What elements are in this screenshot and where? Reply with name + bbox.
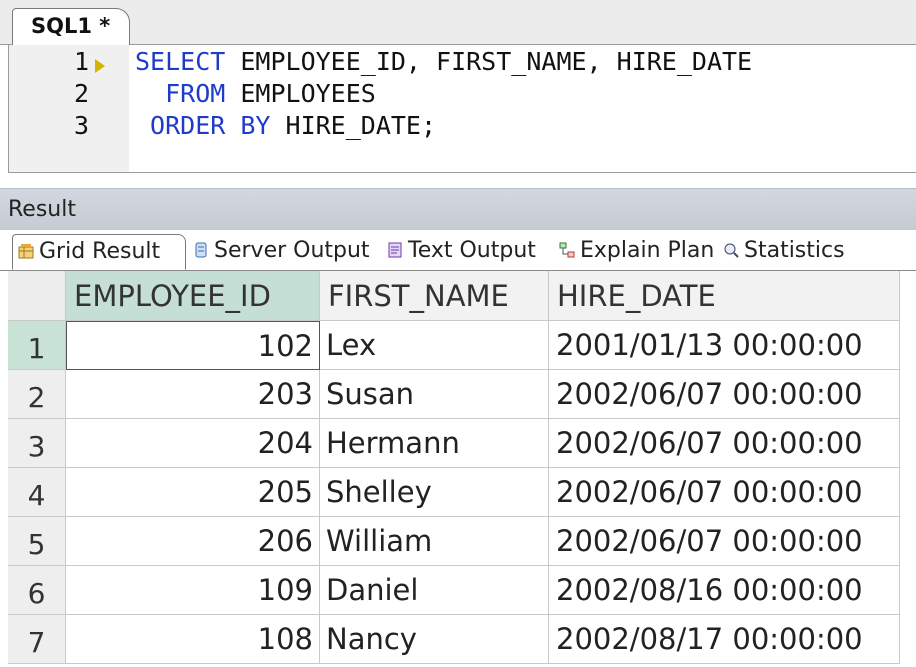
table-row[interactable]: 5 206 William 2002/06/07 00:00:00 <box>8 517 900 566</box>
row-number-cell[interactable]: 7 <box>8 615 66 664</box>
sql-text: HIRE_DATE; <box>270 111 437 140</box>
cell-first-name[interactable]: Hermann <box>320 419 549 468</box>
column-header-first-name[interactable]: FIRST_NAME <box>320 271 549 321</box>
tab-label: Statistics <box>744 238 845 263</box>
result-grid[interactable]: EMPLOYEE_ID FIRST_NAME HIRE_DATE 1 102 Lex… <box>8 271 916 667</box>
row-number-cell[interactable]: 2 <box>8 370 66 419</box>
cell-hire-date[interactable]: 2002/06/07 00:00:00 <box>549 370 900 419</box>
result-tab-bar: Grid Result Server Output Text Output Ex… <box>0 230 916 271</box>
tab-label: Server Output <box>214 238 370 263</box>
server-output-icon <box>195 242 207 258</box>
table-row[interactable]: 4 205 Shelley 2002/06/07 00:00:00 <box>8 468 900 517</box>
cell-first-name[interactable]: Daniel <box>320 566 549 615</box>
editor-tab-strip: SQL1 * <box>0 0 916 45</box>
result-panel-title: Result <box>8 197 76 222</box>
column-header-employee-id[interactable]: EMPLOYEE_ID <box>66 271 320 321</box>
cell-first-name[interactable]: William <box>320 517 549 566</box>
cell-hire-date[interactable]: 2002/08/16 00:00:00 <box>549 566 900 615</box>
cell-employee-id[interactable]: 109 <box>66 566 320 615</box>
tab-server-output[interactable]: Server Output <box>188 234 380 270</box>
editor-tab-label: SQL1 * <box>31 14 111 38</box>
editor-tab-sql1[interactable]: SQL1 * <box>12 8 130 45</box>
cell-employee-id[interactable]: 206 <box>66 517 320 566</box>
tab-label: Text Output <box>408 238 536 263</box>
code-line-3[interactable]: ORDER BY HIRE_DATE; <box>135 111 436 140</box>
line-number: 2 <box>73 79 89 108</box>
row-number-cell[interactable]: 6 <box>8 566 66 615</box>
cell-first-name[interactable]: Lex <box>320 321 549 370</box>
table-row[interactable]: 7 108 Nancy 2002/08/17 00:00:00 <box>8 615 900 664</box>
result-panel-header: Result <box>0 188 916 231</box>
table-row[interactable]: 6 109 Daniel 2002/08/16 00:00:00 <box>8 566 900 615</box>
sql-keyword: ORDER BY <box>135 111 271 140</box>
code-line-1[interactable]: SELECT EMPLOYEE_ID, FIRST_NAME, HIRE_DAT… <box>135 47 752 76</box>
table-row[interactable]: 3 204 Hermann 2002/06/07 00:00:00 <box>8 419 900 468</box>
cell-hire-date[interactable]: 2002/06/07 00:00:00 <box>549 468 900 517</box>
current-statement-marker-icon <box>95 59 105 73</box>
sql-editor[interactable]: 1 2 3 SELECT EMPLOYEE_ID, FIRST_NAME, HI… <box>8 45 916 173</box>
row-number-cell[interactable]: 5 <box>8 517 66 566</box>
row-number-cell[interactable]: 3 <box>8 419 66 468</box>
row-number-cell[interactable]: 4 <box>8 468 66 517</box>
text-output-icon <box>388 242 402 258</box>
tab-grid-result[interactable]: Grid Result <box>12 234 186 270</box>
sql-text: EMPLOYEES <box>225 79 376 108</box>
cell-hire-date[interactable]: 2002/08/17 00:00:00 <box>549 615 900 664</box>
grid-result-icon <box>18 244 34 259</box>
table-row[interactable]: 1 102 Lex 2001/01/13 00:00:00 <box>8 321 900 370</box>
row-number-cell[interactable]: 1 <box>8 321 66 370</box>
sql-keyword: FROM <box>135 79 226 108</box>
table-row[interactable]: 2 203 Susan 2002/06/07 00:00:00 <box>8 370 900 419</box>
cell-hire-date[interactable]: 2001/01/13 00:00:00 <box>549 321 900 370</box>
tab-statistics[interactable]: Statistics <box>718 234 858 270</box>
cell-first-name[interactable]: Susan <box>320 370 549 419</box>
code-line-2[interactable]: FROM EMPLOYEES <box>135 79 376 108</box>
column-header-hire-date[interactable]: HIRE_DATE <box>549 271 900 321</box>
line-number: 3 <box>73 111 89 140</box>
cell-first-name[interactable]: Nancy <box>320 615 549 664</box>
cell-hire-date[interactable]: 2002/06/07 00:00:00 <box>549 517 900 566</box>
cell-hire-date[interactable]: 2002/06/07 00:00:00 <box>549 419 900 468</box>
tab-label: Explain Plan <box>580 238 715 263</box>
cell-employee-id[interactable]: 205 <box>66 468 320 517</box>
statistics-icon <box>724 243 739 258</box>
sql-keyword: SELECT <box>135 47 226 76</box>
grid-header-row: EMPLOYEE_ID FIRST_NAME HIRE_DATE <box>8 271 900 321</box>
grid-corner-cell[interactable] <box>8 271 66 321</box>
tab-label: Grid Result <box>39 239 161 264</box>
sql-text: EMPLOYEE_ID, FIRST_NAME, HIRE_DATE <box>225 47 753 76</box>
cell-employee-id[interactable]: 108 <box>66 615 320 664</box>
line-number: 1 <box>73 47 89 76</box>
cell-employee-id[interactable]: 203 <box>66 370 320 419</box>
cell-employee-id[interactable]: 102 <box>66 321 320 370</box>
tab-explain-plan[interactable]: Explain Plan <box>554 234 718 270</box>
cell-employee-id[interactable]: 204 <box>66 419 320 468</box>
tab-text-output[interactable]: Text Output <box>382 234 552 270</box>
explain-plan-icon <box>559 242 575 258</box>
cell-first-name[interactable]: Shelley <box>320 468 549 517</box>
